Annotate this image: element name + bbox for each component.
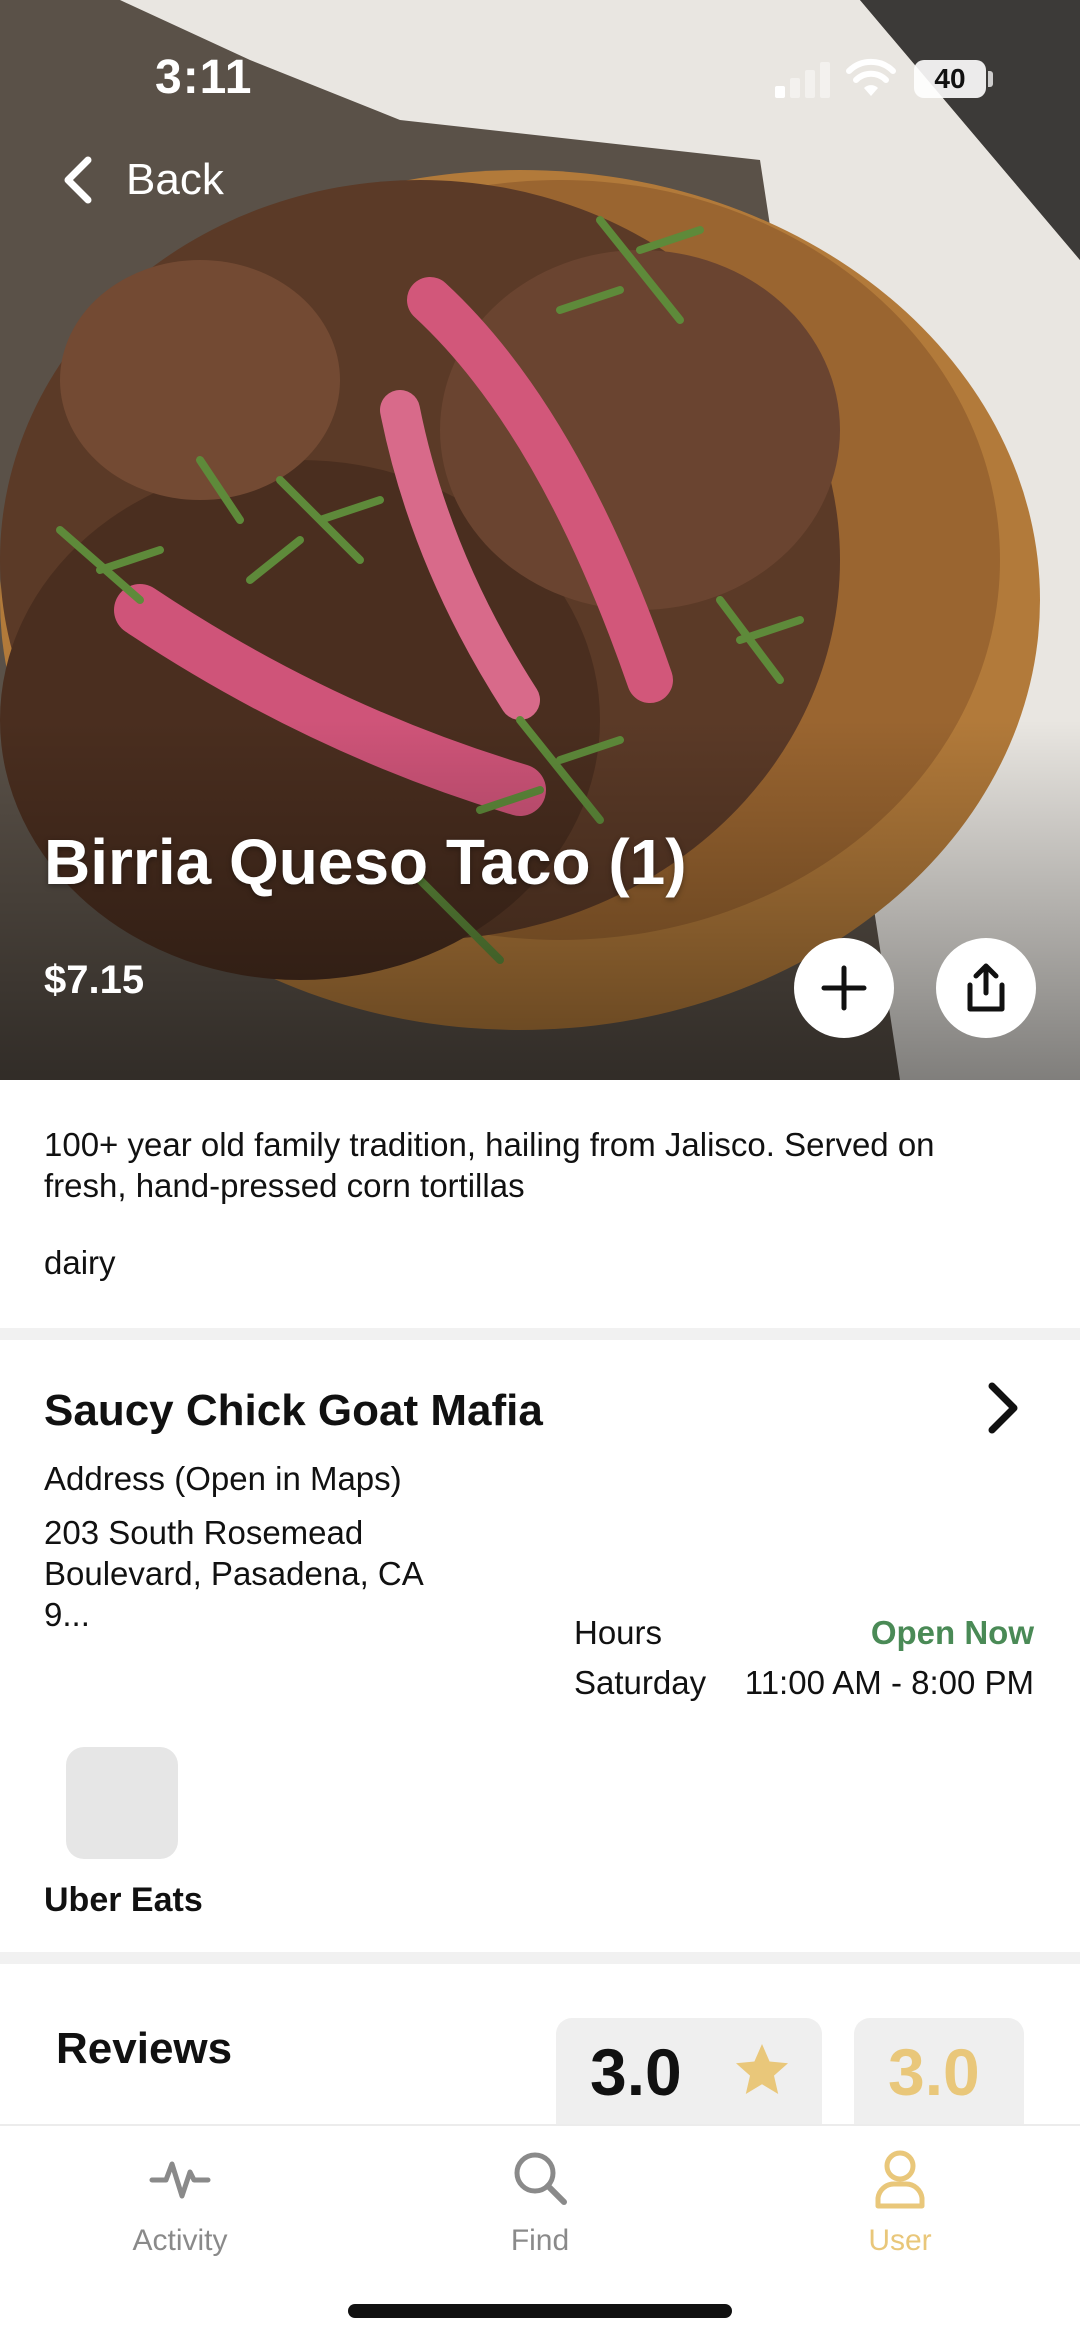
item-price: $7.15 — [44, 958, 145, 1002]
user-icon — [875, 2150, 925, 2209]
open-status: Open Now — [870, 1614, 1034, 1651]
back-label: Back — [126, 155, 224, 204]
chevron-right-icon[interactable] — [986, 1382, 1020, 1434]
tab-label: Find — [510, 2224, 570, 2257]
rating-card-secondary[interactable]: 3.0 — [854, 2018, 1024, 2128]
back-button[interactable]: Back — [60, 148, 224, 212]
chevron-left-icon — [64, 156, 92, 204]
hours-day: Saturday — [574, 1664, 707, 1701]
tab-user[interactable]: User — [800, 2146, 1000, 2258]
cellular-signal-icon — [775, 62, 830, 98]
battery-indicator: 40 — [914, 60, 986, 98]
vendor-name[interactable]: Saucy Chick Goat Mafia — [44, 1386, 543, 1436]
hours-label: Hours — [574, 1614, 663, 1651]
status-time: 3:11 — [155, 51, 253, 104]
address-link[interactable]: Address (Open in Maps) — [44, 1460, 402, 1498]
share-button[interactable] — [936, 938, 1036, 1038]
plus-icon — [821, 965, 867, 1011]
rating-value: 3.0 — [590, 2035, 682, 2109]
star-icon — [736, 2044, 788, 2094]
hours-time: 11:00 AM - 8:00 PM — [744, 1664, 1034, 1701]
item-description: 100+ year old family tradition, hailing … — [44, 1126, 935, 1204]
tab-activity[interactable]: Activity — [80, 2146, 280, 2258]
add-to-cart-button[interactable] — [794, 938, 894, 1038]
activity-icon — [149, 2161, 211, 2199]
section-divider — [0, 1328, 1080, 1340]
tab-find[interactable]: Find — [440, 2146, 640, 2258]
tab-label: User — [868, 2224, 932, 2257]
rating-value-secondary: 3.0 — [888, 2035, 980, 2109]
section-divider — [0, 1952, 1080, 1964]
status-bar: 3:11 40 — [0, 0, 1080, 150]
reviews-heading: Reviews — [56, 2024, 233, 2073]
search-icon — [514, 2152, 567, 2205]
tab-label: Activity — [132, 2224, 228, 2257]
item-title: Birria Queso Taco (1) — [44, 826, 687, 898]
uber-eats-label[interactable]: Uber Eats — [44, 1881, 203, 1920]
home-indicator — [348, 2304, 732, 2318]
rating-card[interactable]: 3.0 — [556, 2018, 822, 2128]
wifi-icon — [846, 58, 896, 96]
share-icon — [967, 963, 1005, 1012]
uber-eats-logo[interactable] — [66, 1747, 178, 1859]
dietary-tag: dairy — [44, 1244, 116, 1281]
address-text[interactable]: 203 South Rosemead Boulevard, Pasadena, … — [44, 1512, 464, 1635]
